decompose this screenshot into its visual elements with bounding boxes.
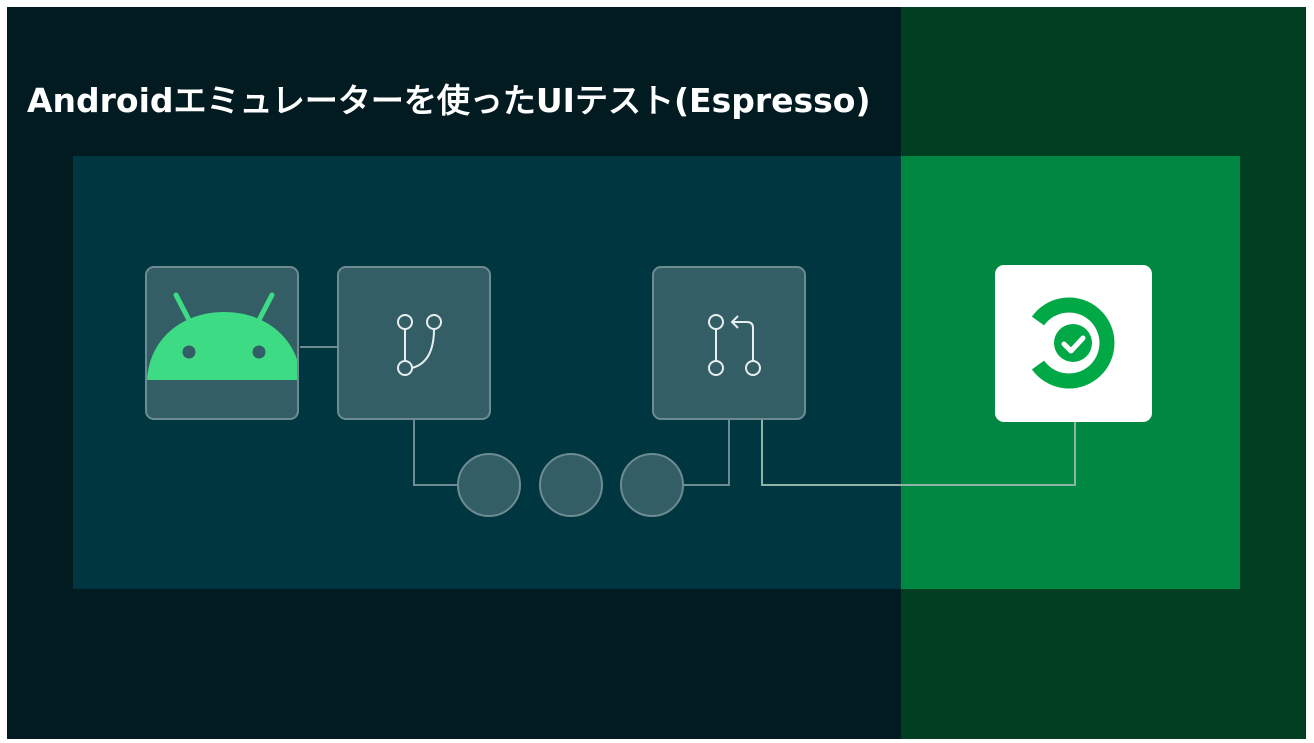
pipeline-dot xyxy=(539,453,603,517)
android-node xyxy=(145,266,299,420)
android-logo-icon xyxy=(147,292,297,380)
ci-node xyxy=(995,265,1152,422)
connector-pr-ci xyxy=(761,420,1076,486)
banner: Androidエミュレーターを使ったUIテスト(Espresso) xyxy=(7,7,1306,739)
pipeline-dot xyxy=(620,453,684,517)
git-pull-request-icon xyxy=(708,314,761,376)
branch-node xyxy=(337,266,491,420)
circleci-logo-icon xyxy=(1031,297,1115,389)
connector-branch-dots xyxy=(413,420,459,486)
git-branch-icon xyxy=(397,314,442,376)
connector-dots-pr xyxy=(683,420,730,486)
pull-request-node xyxy=(652,266,806,420)
pipeline-dot xyxy=(457,453,521,517)
